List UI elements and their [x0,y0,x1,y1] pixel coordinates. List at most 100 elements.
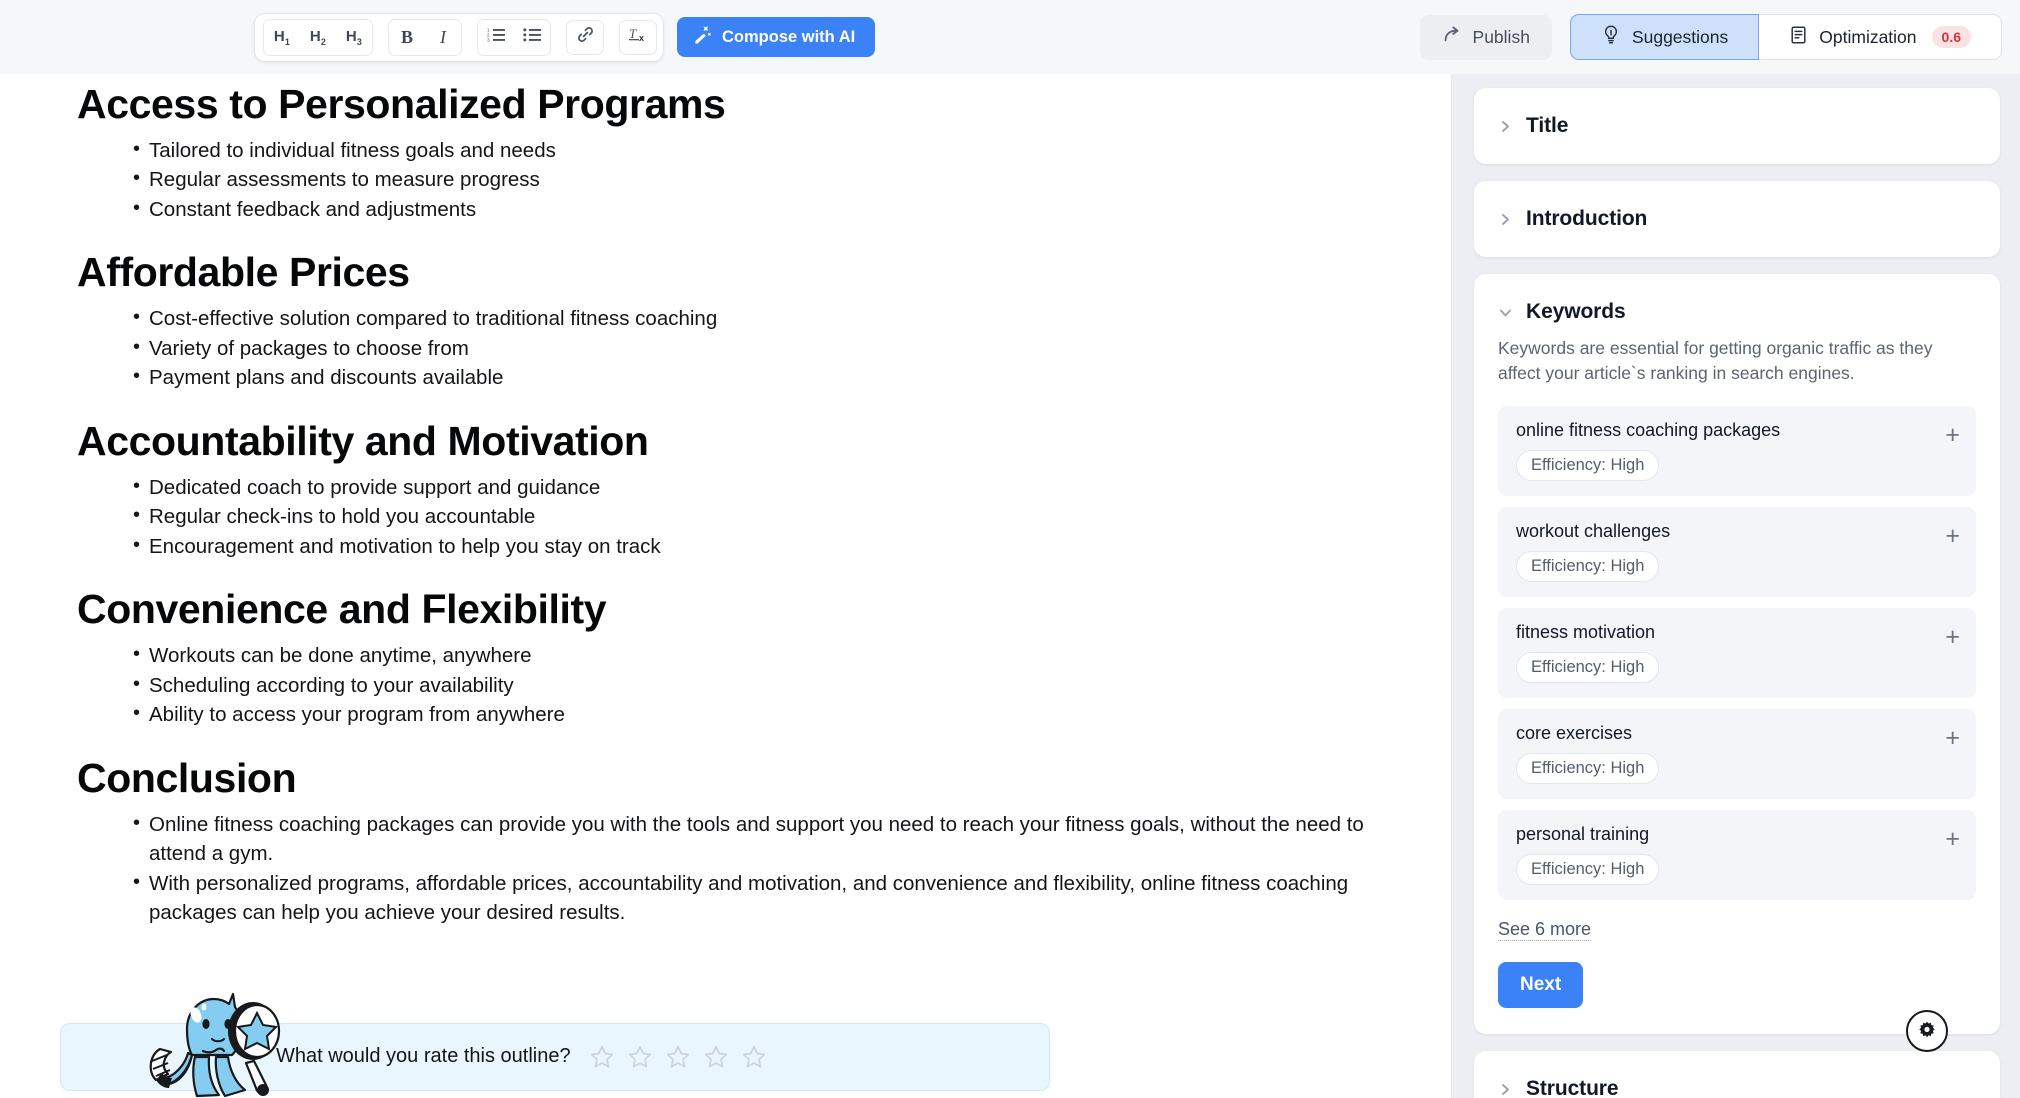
keyword-item[interactable]: online fitness coaching packages Efficien… [1498,406,1976,496]
link-icon [576,25,595,49]
next-button[interactable]: Next [1498,962,1584,1008]
panel-tabs: Suggestions Optimization 0.6 [1569,14,2002,60]
document-heading: Accountability and Motivation [77,417,649,464]
h1-subscript: 1 [284,36,291,47]
panel-introduction: Introduction [1474,181,2000,257]
keyword-item[interactable]: workout challenges Efficiency: High + [1498,507,1976,597]
see-more-link[interactable]: See 6 more [1498,919,1592,941]
h3-button[interactable]: H3 [336,19,372,55]
document-bullet: Payment plans and discounts available [133,362,1400,393]
keyword-name: core exercises [1516,723,1633,743]
clear-formatting-icon: Tx [628,25,648,49]
document-bullet-list: Tailored to individual fitness goals and… [133,135,1400,225]
panel-title: Title [1474,88,2000,164]
tab-suggestions-label: Suggestions [1631,26,1729,47]
bold-button[interactable]: B [389,19,425,55]
clear-formatting-button[interactable]: Tx [619,19,657,55]
document-bullet: Dedicated coach to provide support and g… [133,472,1400,503]
keyword-item[interactable]: personal training Efficiency: High + [1498,810,1976,900]
keyword-name: fitness motivation [1516,622,1656,642]
plus-icon[interactable]: + [1945,726,1960,751]
document-bullet: Ability to access your program from anyw… [133,699,1400,730]
ordered-list-icon: 123 [487,26,506,48]
document-content[interactable]: Access to Personalized Programs Tailored … [0,81,1400,928]
document-heading: Affordable Prices [77,249,410,296]
chevron-right-icon [1498,1082,1513,1097]
star-icon[interactable] [589,1044,615,1070]
document-bullet: Variety of packages to choose from [133,333,1400,364]
plus-icon[interactable]: + [1945,423,1960,448]
keyword-item[interactable]: fitness motivation Efficiency: High + [1498,608,1976,698]
tab-optimization-label: Optimization [1819,26,1917,47]
panel-structure: Structure [1474,1051,2000,1098]
svg-text:x: x [639,33,644,43]
chevron-right-icon [1498,212,1513,227]
panel-keywords-body: Keywords are essential for getting organ… [1474,336,2000,1034]
rating-zone: What would you rate this outline? [60,990,1400,1098]
document-bullet: Regular assessments to measure progress [133,164,1400,195]
octopus-mascot-icon [140,977,300,1098]
document-bullet: Tailored to individual fitness goals and… [133,135,1400,166]
keyword-name: online fitness coaching packages [1516,420,1781,440]
star-icon[interactable] [703,1044,729,1070]
keyword-name: workout challenges [1516,521,1671,541]
panel-keywords-header[interactable]: Keywords [1474,274,2000,336]
document-bullet-list: Online fitness coaching packages can pro… [133,809,1400,928]
tab-suggestions[interactable]: Suggestions [1569,14,1760,60]
list-group: 123 [477,18,551,56]
share-arrow-icon [1442,24,1463,50]
keyword-efficiency-chip: Efficiency: High [1516,753,1660,784]
compose-with-ai-label: Compose with AI [722,27,856,46]
ordered-list-button[interactable]: 123 [478,19,514,55]
h3-subscript: 3 [356,36,363,47]
formatting-toolbar: H1 H2 H3 B I 123 T x [255,13,663,61]
bullet-list-button[interactable] [514,19,550,55]
panel-keywords-label: Keywords [1526,300,1626,323]
panel-structure-header[interactable]: Structure [1474,1051,2000,1098]
keyword-name: personal training [1516,824,1650,844]
rating-question: What would you rate this outline? [276,1045,571,1068]
star-icon[interactable] [741,1044,767,1070]
star-icon[interactable] [665,1044,691,1070]
app-root: H1 H2 H3 B I 123 T x Compose with AI Pub… [0,0,2020,1098]
plus-icon[interactable]: + [1945,625,1960,650]
bullet-list-icon [522,26,542,48]
star-icon[interactable] [627,1044,653,1070]
gear-settings-icon[interactable] [1906,1010,1948,1052]
panel-title-label: Title [1526,114,1569,137]
magic-wand-icon [693,25,713,50]
document-bullet: Encouragement and motivation to help you… [133,531,1400,562]
panel-structure-label: Structure [1526,1077,1619,1098]
h2-subscript: 2 [320,36,327,47]
star-rating[interactable] [589,1044,767,1070]
panel-introduction-header[interactable]: Introduction [1474,181,2000,257]
keyword-item[interactable]: core exercises Efficiency: High + [1498,709,1976,799]
document-heading: Convenience and Flexibility [77,586,607,633]
panel-title-header[interactable]: Title [1474,88,2000,164]
italic-label: I [440,26,446,47]
compose-with-ai-button[interactable]: Compose with AI [677,17,876,57]
panel-keywords: Keywords Keywords are essential for gett… [1474,274,2000,1034]
suggestions-sidebar: Title Introduction Keywords Keywords are… [1452,74,2020,1098]
document-bullet: Workouts can be done anytime, anywhere [133,640,1400,671]
panel-introduction-label: Introduction [1526,207,1648,230]
header-actions: Publish Suggestions Optimization 0.6 [1419,14,2020,60]
italic-button[interactable]: I [425,19,461,55]
svg-text:3: 3 [487,38,490,43]
document-bullet: Constant feedback and adjustments [133,194,1400,225]
chevron-down-icon [1498,305,1513,320]
optimization-score-badge: 0.6 [1931,26,1971,48]
publish-label: Publish [1472,26,1530,47]
h2-button[interactable]: H2 [300,19,336,55]
plus-icon[interactable]: + [1945,524,1960,549]
publish-button[interactable]: Publish [1419,14,1552,60]
tab-optimization[interactable]: Optimization 0.6 [1759,14,2002,60]
document-bullet: Regular check-ins to hold you accountabl… [133,501,1400,532]
h1-button[interactable]: H1 [264,19,300,55]
link-button[interactable] [566,19,604,55]
plus-icon[interactable]: + [1945,827,1960,852]
document-editor[interactable]: Access to Personalized Programs Tailored … [0,74,1452,1098]
chevron-right-icon [1498,119,1513,134]
document-bullet: Cost-effective solution compared to trad… [133,303,1400,334]
document-bullet-list: Workouts can be done anytime, anywhereSc… [133,640,1400,730]
